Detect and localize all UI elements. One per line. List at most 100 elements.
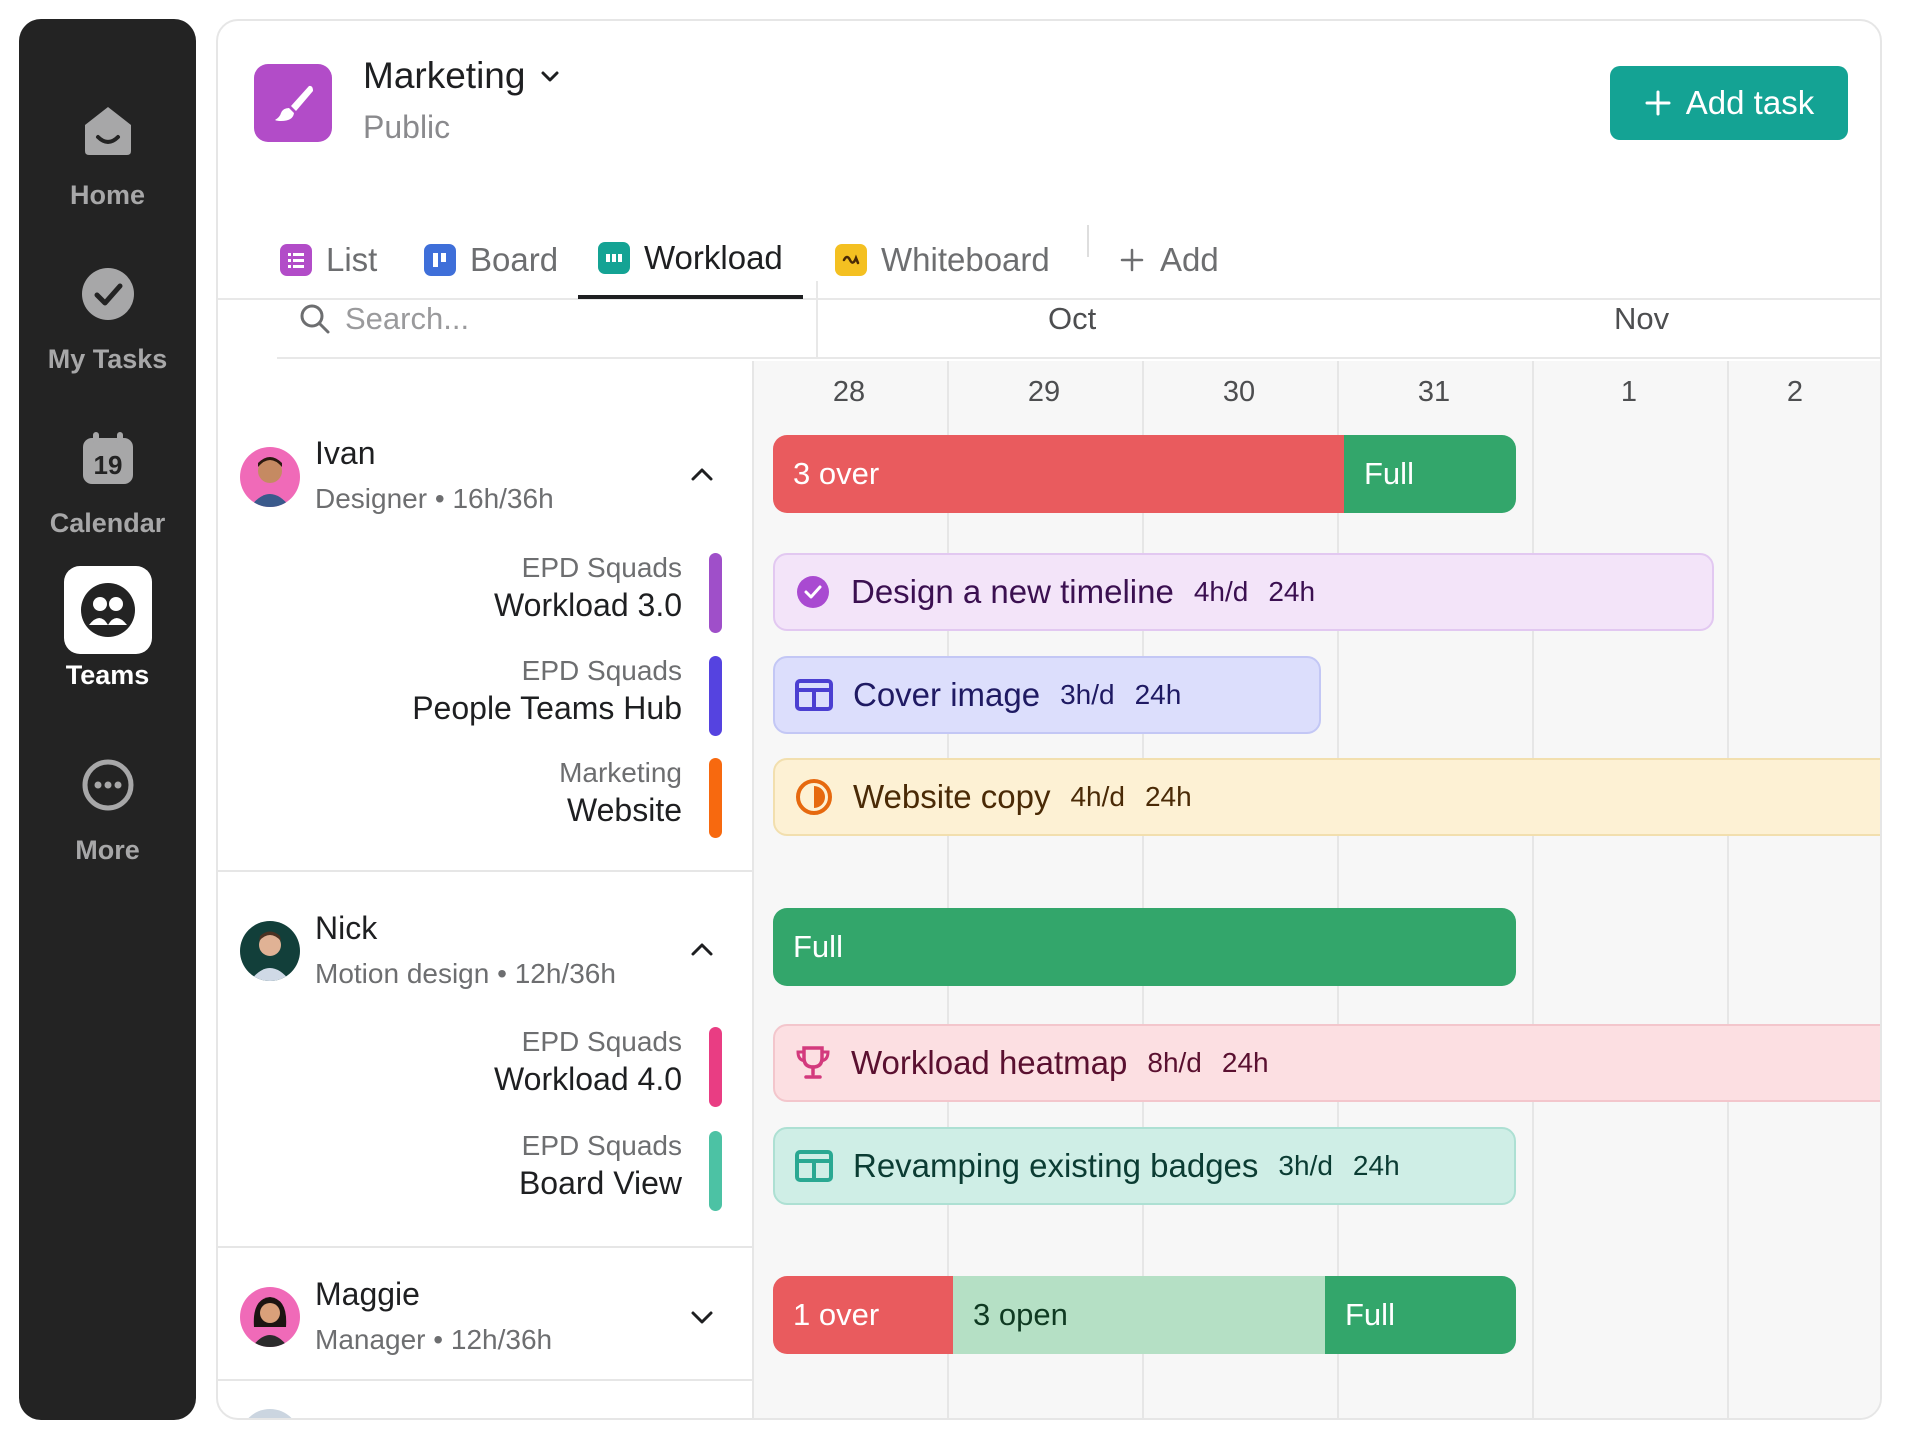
task-bar[interactable]: Website copy 4h/d 24h [773,758,1880,836]
project-team: Marketing [559,757,682,788]
whiteboard-icon [835,244,867,276]
plus-icon [1120,248,1144,272]
project-row[interactable]: EPD Squads Workload 4.0 [494,1025,682,1099]
layout-icon [795,1150,833,1182]
project-color-bar [709,656,722,736]
project-name: People Teams Hub [412,690,682,726]
day-label: 2 [1786,376,1804,408]
person-role: Manager • 12h/36h [315,1324,553,1355]
project-team: EPD Squads [521,1130,682,1161]
tab-label: Workload [644,239,783,276]
workload-icon [598,242,630,274]
project-brush-icon [254,64,332,142]
capacity-full: Full [1344,435,1516,513]
task-total: 24h [1221,1047,1269,1078]
person-role: Motion design • 12h/36h [315,958,616,989]
avatar [240,447,300,507]
search-input[interactable]: Search... [277,281,817,359]
task-bar[interactable]: Revamping existing badges 3h/d 24h [773,1127,1516,1205]
trophy-icon [796,1046,830,1079]
grid-line [1142,361,1144,1418]
expand-button[interactable] [684,1299,720,1335]
project-name: Board View [518,1165,682,1201]
avatar [240,1409,300,1418]
board-icon [424,244,456,276]
sidebar-item-label: Calendar [49,508,166,538]
person-name: Nick [315,910,378,946]
project-color-bar [709,758,722,838]
capacity-bar: Full [773,908,1516,986]
capacity-open: 3 open [953,1276,1325,1354]
tab-divider [1087,225,1089,257]
hours-text: 16h/36h [452,483,554,514]
project-title[interactable]: Marketing [363,55,561,97]
project-name: Marketing [363,55,526,96]
chevron-down-icon [541,71,559,82]
task-rate: 4h/d [1193,576,1249,607]
project-team: EPD Squads [521,1026,682,1057]
task-total: 24h [1268,576,1316,607]
tab-label: Whiteboard [881,241,1050,278]
teams-icon [63,566,152,654]
person-name: Maggie [315,1276,420,1312]
role-text: Motion design [315,958,490,989]
search-icon [300,304,330,334]
sidebar-item-my-tasks[interactable]: My Tasks [19,238,196,378]
calendar-icon: 19 [64,414,152,502]
capacity-over: 3 over [773,435,1344,513]
avatar [240,921,300,981]
collapse-button[interactable] [684,457,720,493]
day-label: 28 [832,376,866,408]
task-bar[interactable]: Workload heatmap 8h/d 24h [773,1024,1880,1102]
sidebar-item-teams[interactable]: Teams [19,554,196,694]
check-circle-icon [64,250,152,338]
capacity-full: Full [1325,1276,1516,1354]
project-name: Workload 3.0 [494,587,682,623]
month-label: Nov [1614,301,1670,336]
task-total: 24h [1144,781,1192,812]
list-icon [280,244,312,276]
chevron-up-icon [691,468,713,481]
sidebar-item-more[interactable]: More [19,729,196,869]
sidebar-item-calendar[interactable]: 19 Calendar [19,402,196,542]
task-total: 24h [1134,679,1182,710]
project-row[interactable]: EPD Squads Board View [519,1129,682,1203]
capacity-over: 1 over [773,1276,953,1354]
task-title: Design a new timeline [851,573,1174,610]
project-color-bar [709,553,722,633]
project-name: Workload 4.0 [494,1061,682,1097]
day-label: 31 [1417,376,1451,408]
task-bar[interactable]: Cover image 3h/d 24h [773,656,1321,734]
month-label: Oct [1048,301,1097,336]
collapse-button[interactable] [684,932,720,968]
tab-label: Add [1160,241,1219,278]
sidebar: Home My Tasks 19 Calendar Teams More [19,19,196,1420]
tab-label: List [326,241,378,278]
day-label: 29 [1027,376,1061,408]
task-bar[interactable]: Design a new timeline 4h/d 24h [773,553,1714,631]
project-visibility: Public [363,109,451,145]
day-label: 1 [1620,376,1638,408]
task-total: 24h [1352,1150,1400,1181]
timeline-grid [752,361,1880,1418]
workload-panel: Marketing Public Add task List Board Wor… [216,19,1882,1420]
task-title: Revamping existing badges [853,1147,1259,1184]
sidebar-item-home[interactable]: Home [19,74,196,214]
task-title: Website copy [853,778,1051,815]
sidebar-item-label: My Tasks [47,344,168,374]
grid-line [947,361,949,1418]
project-row[interactable]: Marketing Website [559,756,682,830]
add-task-label: Add task [1685,84,1815,121]
home-icon [64,86,152,174]
day-label: 30 [1222,376,1256,408]
progress-icon [796,779,832,815]
task-rate: 3h/d [1278,1150,1333,1181]
project-row[interactable]: EPD Squads People Teams Hub [412,654,682,728]
grid-line [1337,361,1339,1418]
person-role: Designer • 16h/36h [315,483,554,514]
project-row[interactable]: EPD Squads Workload 3.0 [494,551,682,625]
add-task-button[interactable]: Add task [1610,66,1848,140]
sidebar-item-label: More [75,835,140,865]
chevron-up-icon [691,943,713,956]
sidebar-item-label: Teams [65,660,150,690]
